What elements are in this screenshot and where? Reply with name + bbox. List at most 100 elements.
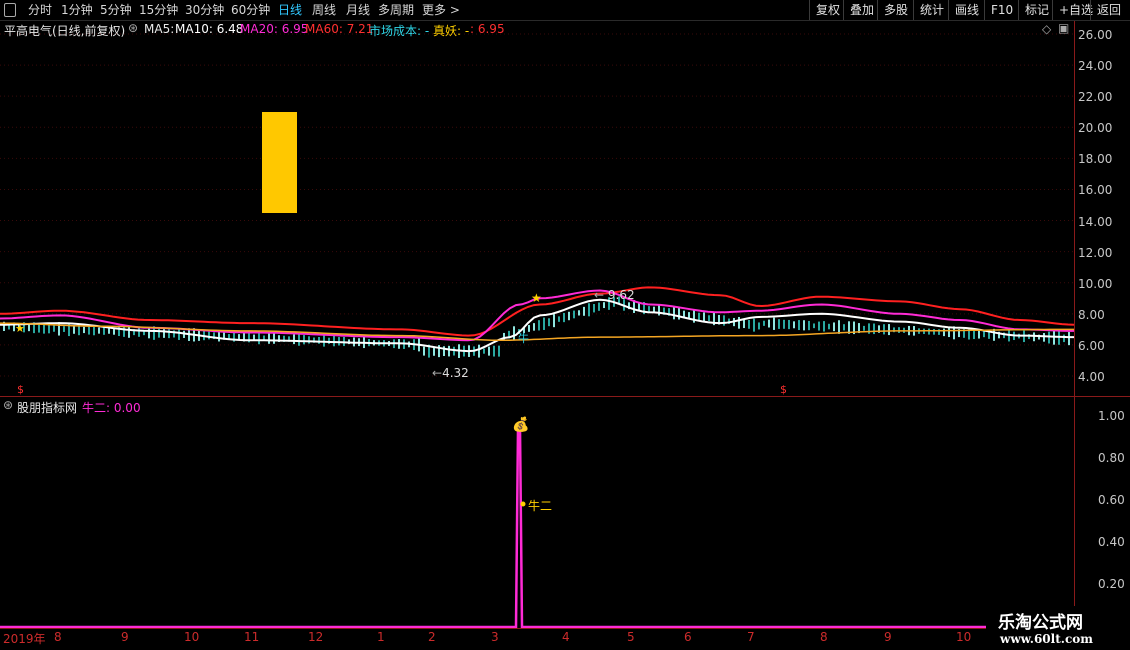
candle bbox=[238, 334, 240, 340]
tab-monthly[interactable]: 月线 bbox=[346, 2, 370, 18]
watermark-url: www.60lt.com bbox=[1000, 632, 1093, 646]
candle bbox=[983, 331, 985, 338]
candle bbox=[568, 311, 570, 321]
tab-multi-period[interactable]: 多周期 bbox=[378, 2, 414, 18]
multi-stock-button[interactable]: 多股 bbox=[877, 0, 914, 20]
candle bbox=[123, 326, 125, 337]
adjust-button[interactable]: 复权 bbox=[809, 0, 846, 20]
tab-more[interactable]: 更多 > bbox=[422, 2, 460, 18]
niuer-point-label: 牛二 bbox=[528, 499, 553, 513]
tab-weekly[interactable]: 周线 bbox=[312, 2, 336, 18]
candle bbox=[178, 328, 180, 340]
f10-button[interactable]: F10 bbox=[984, 0, 1019, 20]
price-chart[interactable]: ★ ★ 牛 $ $ bbox=[0, 21, 1074, 396]
candle bbox=[768, 319, 770, 328]
low-price-value: 4.32 bbox=[442, 366, 469, 380]
price-tick: 22.00 bbox=[1078, 90, 1113, 104]
price-tick: 8.00 bbox=[1078, 308, 1105, 322]
price-tick: 20.00 bbox=[1078, 121, 1113, 135]
window-mode-icon[interactable] bbox=[4, 3, 16, 17]
price-tick: 6.00 bbox=[1078, 339, 1105, 353]
low-price-label: ←4.32 bbox=[432, 366, 469, 380]
date-tick: 9 bbox=[121, 630, 129, 644]
watermark-title: 乐淘公式网 bbox=[998, 613, 1083, 633]
back-button[interactable]: 返回 bbox=[1090, 0, 1127, 20]
candle bbox=[53, 325, 55, 332]
tab-1min[interactable]: 1分钟 bbox=[61, 2, 93, 18]
candle bbox=[103, 326, 105, 335]
candle bbox=[88, 325, 90, 335]
period-toolbar: 分时 1分钟 5分钟 15分钟 30分钟 60分钟 日线 周线 月线 多周期 更… bbox=[0, 0, 1130, 21]
draw-line-button[interactable]: 画线 bbox=[948, 0, 985, 20]
candle bbox=[583, 306, 585, 316]
dollar-signal-icon: $ bbox=[17, 383, 24, 396]
candle bbox=[738, 316, 740, 329]
candle bbox=[753, 318, 755, 332]
candle bbox=[558, 316, 560, 322]
price-tick: 4.00 bbox=[1078, 370, 1105, 384]
date-tick: 10 bbox=[184, 630, 200, 644]
date-axis: 2019年 8 9 10 11 12 1 2 3 4 5 6 7 8 9 10 bbox=[0, 629, 1074, 650]
candle bbox=[943, 328, 945, 337]
candle bbox=[778, 319, 780, 329]
candle bbox=[138, 327, 140, 337]
candle bbox=[98, 327, 100, 334]
candle bbox=[863, 325, 865, 331]
candle bbox=[538, 320, 540, 331]
candle bbox=[293, 334, 295, 345]
tab-60min[interactable]: 60分钟 bbox=[231, 2, 270, 18]
tab-intraday[interactable]: 分时 bbox=[28, 2, 52, 18]
candle bbox=[598, 302, 600, 311]
mark-button[interactable]: 标记 bbox=[1018, 0, 1055, 20]
candle bbox=[698, 312, 700, 321]
tab-daily[interactable]: 日线 bbox=[278, 2, 302, 18]
candle bbox=[108, 328, 110, 334]
candle bbox=[588, 303, 590, 317]
tab-5min[interactable]: 5分钟 bbox=[100, 2, 132, 18]
date-tick: 7 bbox=[747, 630, 755, 644]
candle bbox=[488, 346, 490, 356]
candle bbox=[528, 325, 530, 332]
candle bbox=[63, 326, 65, 332]
candle bbox=[808, 320, 810, 331]
candle bbox=[533, 323, 535, 331]
price-tick: 24.00 bbox=[1078, 59, 1113, 73]
star-signal-icon: ★ bbox=[531, 291, 542, 305]
candle bbox=[813, 323, 815, 329]
candle bbox=[548, 318, 550, 327]
candle bbox=[658, 305, 660, 316]
candle bbox=[328, 337, 330, 344]
candle bbox=[928, 328, 930, 335]
indicator-tick: 1.00 bbox=[1098, 409, 1125, 423]
candle bbox=[723, 315, 725, 326]
date-tick: 2019年 bbox=[3, 632, 46, 646]
candle bbox=[818, 321, 820, 331]
candle bbox=[873, 323, 875, 335]
date-tick: 10 bbox=[956, 630, 972, 644]
price-tick: 12.00 bbox=[1078, 246, 1113, 260]
candle bbox=[678, 307, 680, 320]
candle bbox=[513, 326, 515, 340]
date-tick: 3 bbox=[491, 630, 499, 644]
candle bbox=[798, 320, 800, 331]
stats-button[interactable]: 统计 bbox=[913, 0, 950, 20]
price-axis: 26.00 24.00 22.00 20.00 18.00 16.00 14.0… bbox=[1076, 21, 1130, 396]
candle bbox=[498, 345, 500, 357]
candle bbox=[1063, 334, 1065, 343]
candle bbox=[273, 332, 275, 344]
candle bbox=[318, 336, 320, 344]
tab-15min[interactable]: 15分钟 bbox=[139, 2, 178, 18]
price-tick: 18.00 bbox=[1078, 152, 1113, 166]
candle bbox=[1043, 333, 1045, 342]
overlay-button[interactable]: 叠加 bbox=[843, 0, 880, 20]
candle bbox=[673, 306, 675, 320]
price-tick: 16.00 bbox=[1078, 183, 1113, 197]
tab-30min[interactable]: 30分钟 bbox=[185, 2, 224, 18]
indicator-tick: 0.20 bbox=[1098, 577, 1125, 591]
date-tick: 4 bbox=[562, 630, 570, 644]
candle bbox=[148, 327, 150, 339]
dollar-signal-icon: $ bbox=[780, 383, 787, 396]
yellow-marker-block bbox=[262, 112, 297, 213]
indicator-tick: 0.80 bbox=[1098, 451, 1125, 465]
candle bbox=[58, 322, 60, 336]
